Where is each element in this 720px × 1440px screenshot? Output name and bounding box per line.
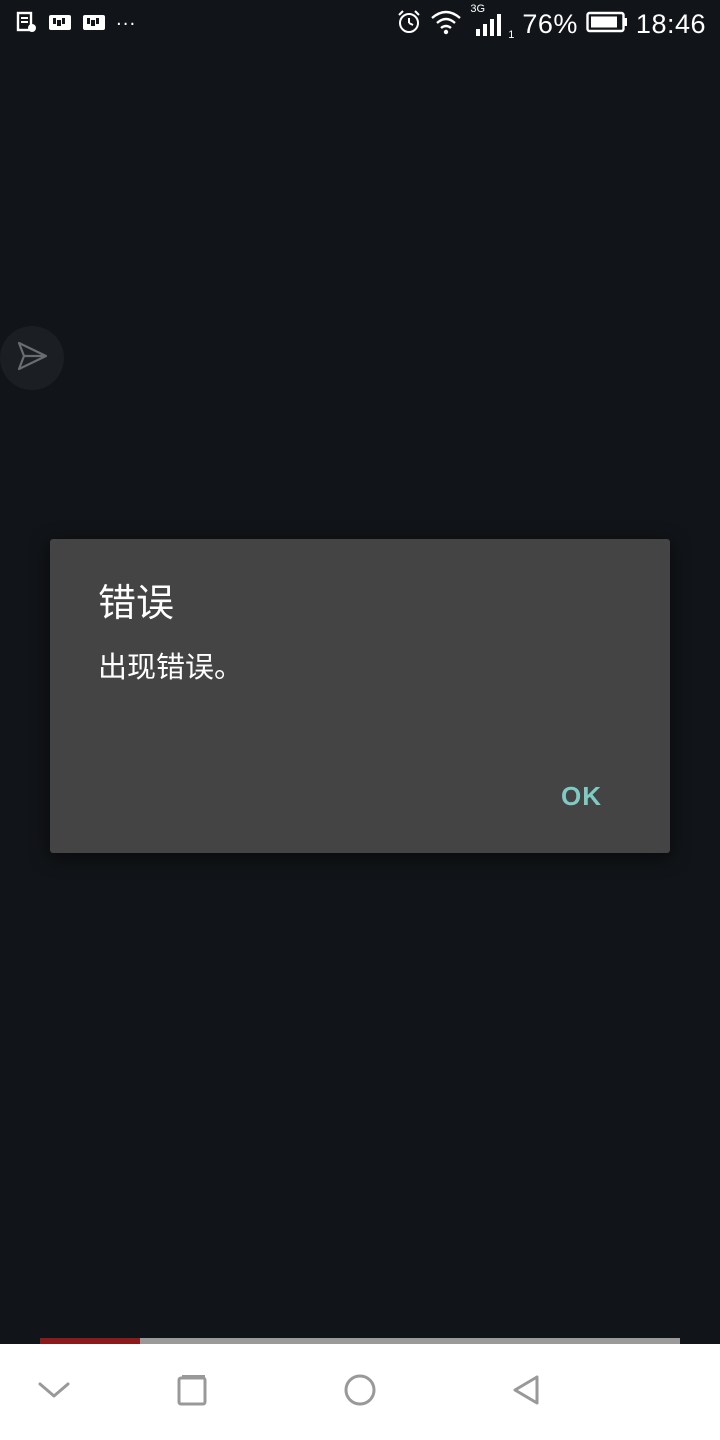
chevron-down-icon <box>37 1380 71 1404</box>
wifi-icon <box>430 9 462 39</box>
dialog-message: 出现错误。 <box>98 650 244 684</box>
back-icon <box>509 1373 543 1411</box>
sim-index-label: 1 <box>508 29 515 41</box>
more-dots-icon: ··· <box>116 13 137 35</box>
send-icon <box>15 339 49 377</box>
recent-apps-icon <box>175 1373 209 1411</box>
recent-apps-button[interactable] <box>168 1368 216 1416</box>
notification-app-icon <box>82 12 106 36</box>
clock: 18:46 <box>635 8 706 39</box>
battery-percent: 76% <box>522 8 578 39</box>
dialog-title: 错误 <box>98 581 175 625</box>
hide-nav-button[interactable] <box>30 1368 78 1416</box>
alarm-icon <box>396 9 422 39</box>
notification-doc-icon <box>16 11 38 37</box>
cell-signal-icon: 3G 1 <box>470 3 515 41</box>
battery-icon <box>586 11 628 37</box>
back-button[interactable] <box>502 1368 550 1416</box>
status-bar: ··· 3G 1 76% 18:46 <box>0 0 720 48</box>
status-bar-left: ··· <box>16 10 136 38</box>
home-button[interactable] <box>336 1368 384 1416</box>
floating-send-button[interactable] <box>0 326 64 390</box>
navigation-bar <box>0 1344 720 1440</box>
ok-button[interactable]: OK <box>551 777 612 816</box>
screen: ··· 3G 1 76% 18:46 错误 出现错误。 OK <box>0 0 720 1440</box>
error-dialog: 错误 出现错误。 OK <box>50 539 670 853</box>
notification-app-icon <box>48 12 72 36</box>
home-icon <box>342 1372 378 1412</box>
status-bar-right: 3G 1 76% 18:46 <box>396 3 706 41</box>
